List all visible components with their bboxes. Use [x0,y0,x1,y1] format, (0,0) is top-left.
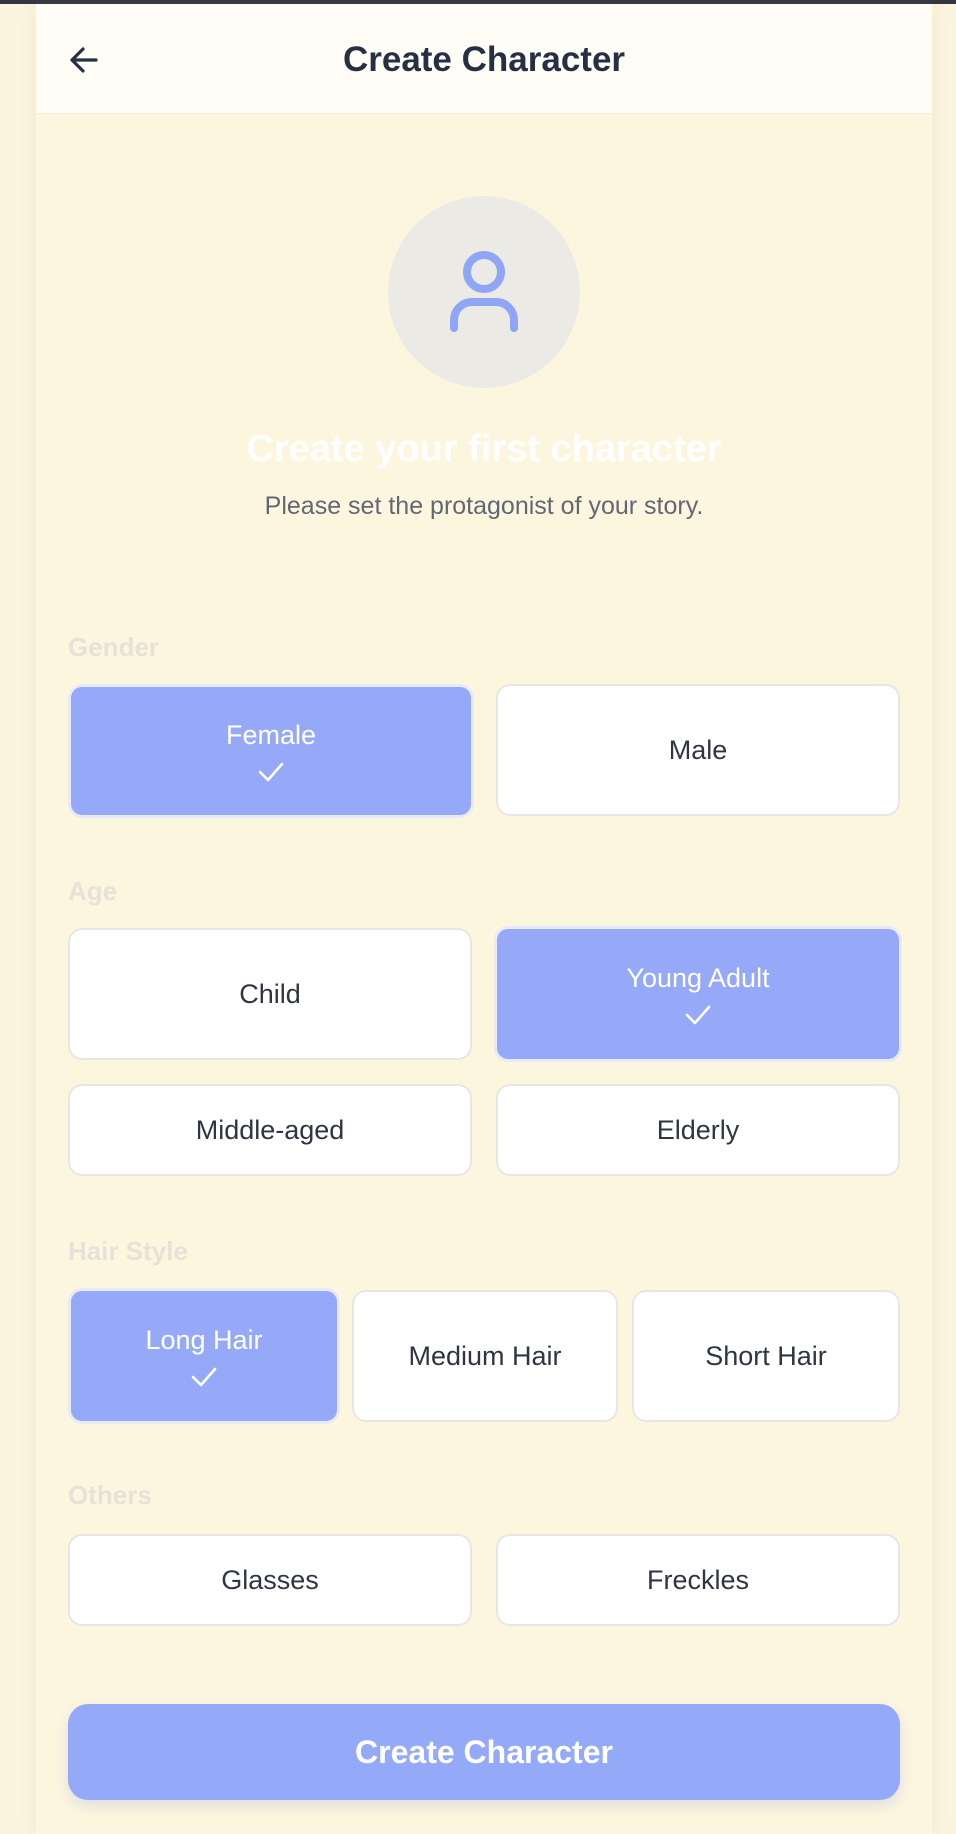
option-label: Long Hair [145,1324,263,1355]
option-label: Freckles [646,1564,749,1595]
option-label: Glasses [221,1564,319,1595]
hero-title: Create your first character [246,428,722,470]
option-long-hair[interactable]: Long Hair [68,1288,340,1424]
option-glasses[interactable]: Glasses [68,1534,472,1626]
option-female[interactable]: Female [68,684,474,818]
create-character-button[interactable]: Create Character [68,1704,900,1800]
avatar [388,196,580,388]
option-freckles[interactable]: Freckles [496,1534,900,1626]
option-label: Female [225,719,317,750]
option-young-adult[interactable]: Young Adult [494,926,902,1062]
age-label: Age [68,876,118,906]
option-label: Child [239,978,301,1009]
option-label: Young Adult [626,962,770,993]
check-icon [685,1005,711,1024]
hair-style-label: Hair Style [68,1236,188,1266]
option-male[interactable]: Male [496,684,900,816]
option-label: Middle-aged [195,1114,345,1145]
create-character-button-label: Create Character [355,1733,613,1770]
option-label: Short Hair [705,1340,827,1371]
option-child[interactable]: Child [68,928,472,1060]
option-label: Medium Hair [408,1340,562,1371]
page-title: Create Character [342,40,626,79]
option-medium-hair[interactable]: Medium Hair [352,1290,618,1422]
user-icon [450,251,518,332]
option-short-hair[interactable]: Short Hair [632,1290,900,1422]
option-middle-aged[interactable]: Middle-aged [68,1084,472,1176]
app-screen: Create Character Create your first chara… [36,4,932,1834]
gender-label: Gender [68,632,160,662]
header-bar: Create Character [36,4,932,114]
option-elderly[interactable]: Elderly [496,1084,900,1176]
hero-subtitle: Please set the protagonist of your story… [264,492,704,520]
option-label: Male [668,734,728,765]
check-icon [191,1367,217,1386]
others-label: Others [68,1480,152,1510]
check-icon [258,762,284,781]
option-label: Elderly [656,1114,740,1145]
